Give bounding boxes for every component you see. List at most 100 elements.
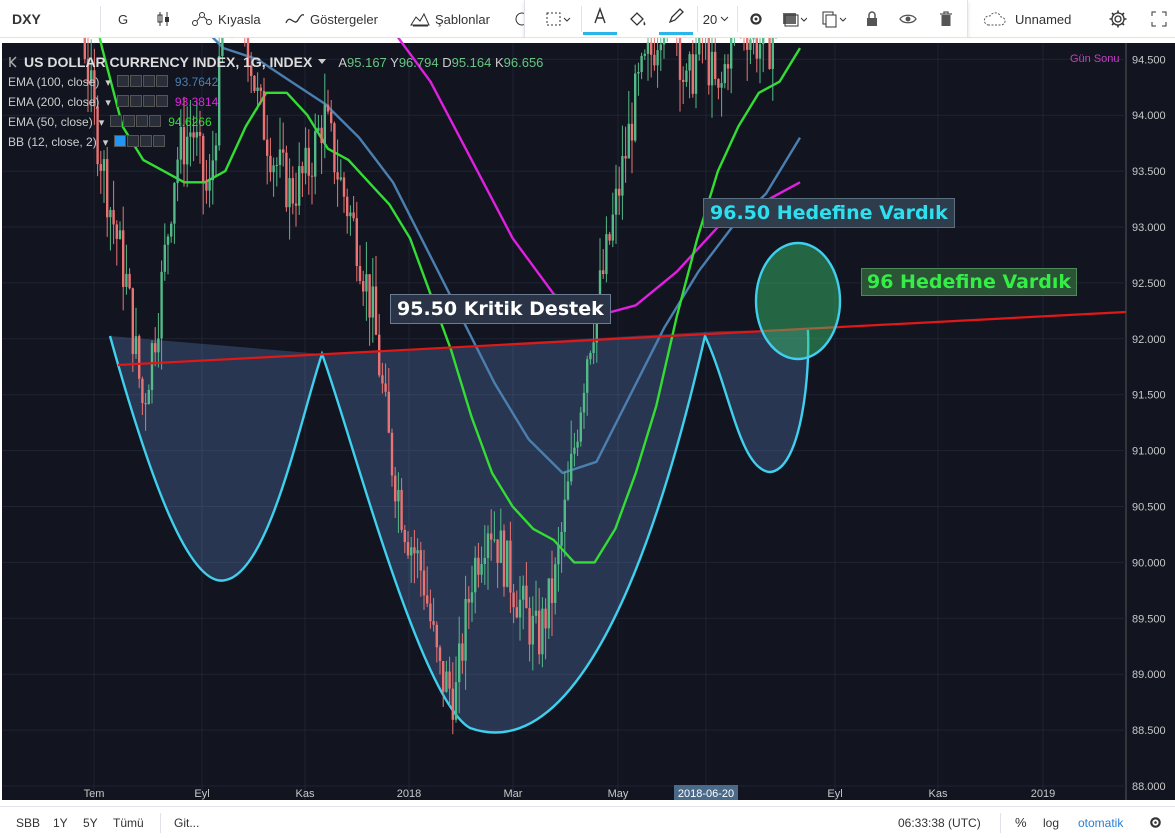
plus-icon[interactable]: [142, 94, 155, 107]
indicator-row[interactable]: BB (12, close, 2) ▾: [8, 132, 543, 152]
indicator-row[interactable]: EMA (200, close) ▾ 93.3814: [8, 92, 543, 112]
plus-icon[interactable]: [136, 114, 149, 127]
percent-toggle[interactable]: %: [1015, 807, 1027, 838]
clock-time[interactable]: 06:33:38 (UTC): [898, 807, 981, 838]
interval-label: G: [118, 11, 129, 27]
candle-body: [339, 177, 342, 180]
gear-icon[interactable]: [127, 134, 140, 147]
candle-body: [157, 338, 160, 353]
caret-down-icon[interactable]: ▾: [105, 76, 111, 89]
selection-tool-button[interactable]: [541, 0, 575, 38]
annotation-target-9650[interactable]: 96.50 Hedefine Vardık: [703, 198, 955, 228]
collapse-icon[interactable]: [8, 56, 18, 68]
candle-body: [387, 391, 390, 433]
range-button[interactable]: Tümü: [113, 807, 144, 838]
range-button[interactable]: 1Y: [53, 807, 68, 838]
legend: US DOLLAR CURRENCY INDEX, 1G, INDEX A95.…: [8, 52, 543, 152]
delete-button[interactable]: [929, 0, 963, 38]
interval-button[interactable]: G: [118, 0, 128, 38]
ohlc-key: K: [494, 54, 504, 70]
close-icon[interactable]: [155, 94, 168, 107]
annotation-support[interactable]: 95.50 Kritik Destek: [390, 294, 611, 324]
indicators-button[interactable]: Göstergeler: [285, 0, 378, 38]
price-axis[interactable]: [1126, 43, 1175, 800]
goto-button[interactable]: Git...: [174, 807, 199, 838]
candle-body: [160, 271, 163, 339]
price-tick-label: 88.500: [1132, 725, 1166, 737]
lock-button[interactable]: [855, 0, 889, 38]
series-title-row[interactable]: US DOLLAR CURRENCY INDEX, 1G, INDEX A95.…: [8, 52, 543, 72]
candle-body: [566, 481, 570, 500]
candle-body: [458, 643, 461, 683]
indicator-action-icons[interactable]: [114, 134, 166, 150]
chart-style-button[interactable]: [155, 0, 173, 38]
caret-down-icon[interactable]: ▾: [99, 116, 105, 129]
line-color-button[interactable]: [659, 0, 693, 35]
auto-scale-toggle[interactable]: otomatik: [1078, 807, 1123, 838]
candle-body: [208, 180, 211, 191]
layout-name-button[interactable]: Unnamed: [982, 0, 1071, 38]
indicator-action-icons[interactable]: [116, 74, 169, 90]
close-icon[interactable]: [155, 74, 168, 87]
price-chart[interactable]: 100.500100.00099.50099.00098.50098.00097…: [0, 38, 1175, 806]
indicator-row[interactable]: EMA (100, close) ▾ 93.7642: [8, 72, 543, 92]
candle-body: [144, 403, 147, 405]
candle-body: [464, 598, 467, 661]
indicator-label: BB (12, close, 2): [8, 135, 97, 149]
candle-body: [762, 38, 765, 45]
price-tick-label: 89.500: [1132, 613, 1166, 625]
scale-settings-button[interactable]: [1148, 807, 1163, 838]
log-toggle[interactable]: log: [1043, 807, 1059, 838]
indicator-action-icons[interactable]: [116, 94, 169, 110]
caret-down-icon[interactable]: ▾: [103, 136, 109, 149]
gear-icon[interactable]: [129, 74, 142, 87]
candle-body: [406, 542, 410, 556]
candle-body: [384, 383, 387, 392]
line-width-dropdown[interactable]: 20: [699, 0, 733, 38]
templates-button[interactable]: Şablonlar: [410, 0, 490, 38]
eye-icon[interactable]: [114, 134, 127, 147]
visibility-button[interactable]: [891, 0, 925, 38]
indicator-value: 93.3814: [174, 95, 219, 109]
caret-down-icon[interactable]: ▾: [105, 96, 111, 109]
eye-icon[interactable]: [110, 114, 123, 127]
candle-body: [755, 38, 758, 59]
eye-icon[interactable]: [116, 74, 129, 87]
divider: [100, 6, 101, 32]
candle-body: [752, 38, 755, 40]
plus-icon[interactable]: [140, 134, 153, 147]
candle-body: [109, 210, 112, 218]
annotation-target-96[interactable]: 96 Hedefine Vardık: [861, 268, 1078, 296]
candle-body: [662, 38, 666, 45]
clone-button[interactable]: [815, 0, 853, 38]
candle-body: [525, 585, 528, 609]
candle-body: [554, 564, 557, 604]
indicator-action-icons[interactable]: [110, 114, 162, 130]
plus-icon[interactable]: [142, 74, 155, 87]
fill-color-button[interactable]: [621, 0, 655, 38]
drawing-settings-button[interactable]: [739, 0, 773, 38]
visual-order-button[interactable]: [775, 0, 813, 38]
range-button[interactable]: 5Y: [83, 807, 98, 838]
compare-button[interactable]: Kıyasla: [191, 0, 261, 38]
candle-body: [118, 230, 122, 239]
symbol-search[interactable]: DXY: [12, 0, 41, 38]
candle-body: [614, 188, 618, 215]
text-color-button[interactable]: [583, 0, 617, 35]
price-tick-label: 88.000: [1132, 781, 1166, 793]
close-icon[interactable]: [149, 114, 162, 127]
fullscreen-button[interactable]: [1150, 0, 1168, 38]
eye-icon[interactable]: [116, 94, 129, 107]
gear-icon[interactable]: [129, 94, 142, 107]
ohlc-value: 95.167: [347, 54, 391, 70]
candle-body: [576, 441, 579, 448]
indicator-row[interactable]: EMA (50, close) ▾ 94.6266: [8, 112, 543, 132]
price-tick-label: 91.500: [1132, 390, 1166, 402]
candle-body: [490, 533, 493, 540]
range-button[interactable]: SBB: [16, 807, 40, 838]
gear-icon[interactable]: [123, 114, 136, 127]
chart-pane[interactable]: 100.500100.00099.50099.00098.50098.00097…: [0, 38, 1175, 806]
close-icon[interactable]: [153, 134, 166, 147]
caret-down-icon[interactable]: [318, 59, 327, 65]
settings-button[interactable]: [1108, 0, 1128, 38]
